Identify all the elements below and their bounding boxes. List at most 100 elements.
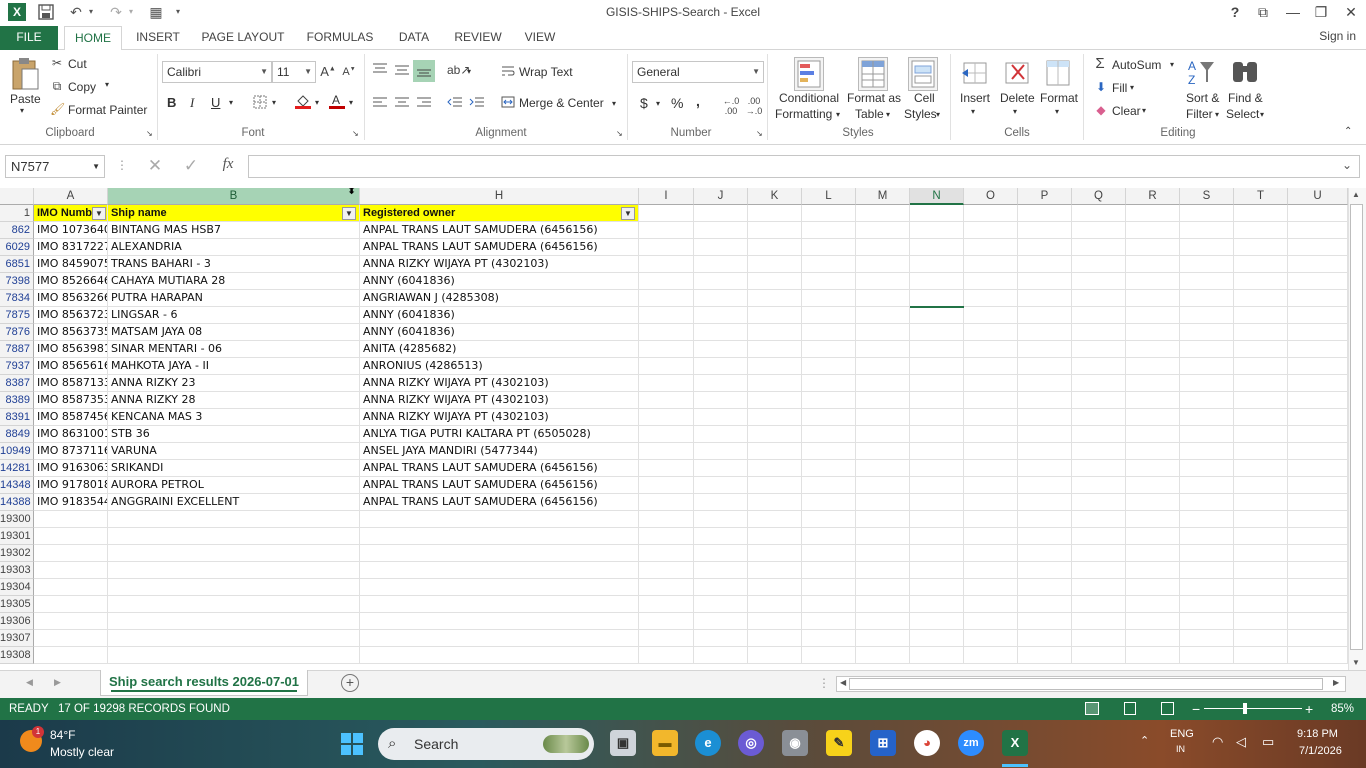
- row-header[interactable]: 19301: [0, 528, 34, 545]
- empty-cell[interactable]: [748, 307, 802, 324]
- empty-cell[interactable]: [910, 613, 964, 630]
- empty-cell[interactable]: [694, 562, 748, 579]
- empty-cell[interactable]: [1288, 579, 1348, 596]
- empty-cell[interactable]: [856, 443, 910, 460]
- empty-cell[interactable]: [1072, 562, 1126, 579]
- battery-icon[interactable]: ▭: [1262, 734, 1274, 750]
- tab-page-layout[interactable]: PAGE LAYOUT: [196, 26, 290, 50]
- empty-cell[interactable]: [964, 528, 1018, 545]
- column-header-i[interactable]: I: [639, 188, 694, 205]
- empty-cell[interactable]: [802, 375, 856, 392]
- empty-cell[interactable]: [639, 324, 694, 341]
- empty-cell[interactable]: [1180, 511, 1234, 528]
- tray-chevron-icon[interactable]: ⌃: [1140, 734, 1149, 747]
- empty-cell[interactable]: [34, 545, 108, 562]
- row-header[interactable]: 14348: [0, 477, 34, 494]
- empty-cell[interactable]: [639, 528, 694, 545]
- header-cell-registered-owner[interactable]: Registered owner ▼: [360, 205, 639, 222]
- autosum-dropdown-icon[interactable]: ▾: [1170, 60, 1174, 69]
- increase-font-icon[interactable]: A▲: [320, 64, 336, 79]
- empty-cell[interactable]: [802, 392, 856, 409]
- restore-button[interactable]: ❐: [1306, 0, 1336, 26]
- empty-cell[interactable]: [1234, 375, 1288, 392]
- sign-in-link[interactable]: Sign in: [1319, 29, 1356, 43]
- empty-cell[interactable]: [1126, 273, 1180, 290]
- cell-imo-number[interactable]: IMO 8563735: [34, 324, 108, 341]
- empty-cell[interactable]: [1126, 545, 1180, 562]
- empty-cell[interactable]: [910, 477, 964, 494]
- empty-cell[interactable]: [802, 596, 856, 613]
- empty-cell[interactable]: [1072, 307, 1126, 324]
- empty-cell[interactable]: [1072, 494, 1126, 511]
- cell-ship-name[interactable]: KENCANA MAS 3: [108, 409, 360, 426]
- empty-cell[interactable]: [964, 392, 1018, 409]
- empty-cell[interactable]: [1180, 205, 1234, 222]
- format-as-table-icon[interactable]: [858, 57, 888, 91]
- column-header-n[interactable]: N: [910, 188, 964, 205]
- empty-cell[interactable]: [1288, 222, 1348, 239]
- empty-cell[interactable]: [1018, 205, 1072, 222]
- italic-button[interactable]: I: [190, 95, 194, 111]
- row-header[interactable]: 8849: [0, 426, 34, 443]
- column-header-q[interactable]: Q: [1072, 188, 1126, 205]
- row-header[interactable]: 8387: [0, 375, 34, 392]
- empty-cell[interactable]: [748, 426, 802, 443]
- empty-cell[interactable]: [964, 579, 1018, 596]
- cancel-entry-icon[interactable]: ✕: [144, 156, 166, 176]
- empty-cell[interactable]: [1234, 205, 1288, 222]
- empty-cell[interactable]: [1072, 341, 1126, 358]
- empty-cell[interactable]: [1234, 358, 1288, 375]
- empty-cell[interactable]: [1180, 273, 1234, 290]
- empty-cell[interactable]: [910, 409, 964, 426]
- column-header-t[interactable]: T: [1234, 188, 1288, 205]
- empty-cell[interactable]: [1234, 545, 1288, 562]
- cell-imo-number[interactable]: IMO 1073640: [34, 222, 108, 239]
- empty-cell[interactable]: [1018, 647, 1072, 664]
- empty-cell[interactable]: [1234, 392, 1288, 409]
- empty-cell[interactable]: [1234, 290, 1288, 307]
- row-header[interactable]: 8391: [0, 409, 34, 426]
- empty-cell[interactable]: [694, 239, 748, 256]
- empty-cell[interactable]: [1072, 630, 1126, 647]
- cell-imo-number[interactable]: IMO 8317227: [34, 239, 108, 256]
- empty-cell[interactable]: [1234, 307, 1288, 324]
- empty-cell[interactable]: [1126, 443, 1180, 460]
- column-header-r[interactable]: R: [1126, 188, 1180, 205]
- row-header[interactable]: 862: [0, 222, 34, 239]
- scroll-up-icon[interactable]: ▲: [1352, 190, 1360, 199]
- empty-cell[interactable]: [1018, 256, 1072, 273]
- empty-cell[interactable]: [964, 239, 1018, 256]
- empty-cell[interactable]: [964, 477, 1018, 494]
- empty-cell[interactable]: [694, 205, 748, 222]
- column-header-p[interactable]: P: [1018, 188, 1072, 205]
- empty-cell[interactable]: [802, 324, 856, 341]
- empty-cell[interactable]: [1126, 562, 1180, 579]
- empty-cell[interactable]: [856, 647, 910, 664]
- cell-ship-name[interactable]: MATSAM JAYA 08: [108, 324, 360, 341]
- cell-styles-button-line2[interactable]: Styles: [904, 107, 937, 121]
- cell-registered-owner[interactable]: ANNA RIZKY WIJAYA PT (4302103): [360, 256, 639, 273]
- autosum-button[interactable]: AutoSum: [1112, 58, 1161, 72]
- empty-cell[interactable]: [1180, 545, 1234, 562]
- wrap-text-button[interactable]: Wrap Text: [519, 65, 573, 79]
- close-button[interactable]: ✕: [1336, 0, 1366, 26]
- empty-cell[interactable]: [910, 358, 964, 375]
- empty-cell[interactable]: [802, 205, 856, 222]
- conditional-formatting-button[interactable]: Conditional: [779, 91, 839, 105]
- empty-cell[interactable]: [108, 596, 360, 613]
- cell-registered-owner[interactable]: ANPAL TRANS LAUT SAMUDERA (6456156): [360, 477, 639, 494]
- row-header[interactable]: 19306: [0, 613, 34, 630]
- empty-cell[interactable]: [1126, 392, 1180, 409]
- cell-ship-name[interactable]: ANGGRAINI EXCELLENT: [108, 494, 360, 511]
- empty-cell[interactable]: [694, 358, 748, 375]
- increase-indent-icon[interactable]: [468, 96, 486, 111]
- empty-cell[interactable]: [1018, 239, 1072, 256]
- empty-cell[interactable]: [1126, 256, 1180, 273]
- empty-cell[interactable]: [639, 358, 694, 375]
- empty-cell[interactable]: [964, 647, 1018, 664]
- bold-button[interactable]: B: [167, 95, 176, 110]
- cell-registered-owner[interactable]: ANNY (6041836): [360, 324, 639, 341]
- empty-cell[interactable]: [1126, 494, 1180, 511]
- empty-cell[interactable]: [639, 460, 694, 477]
- empty-cell[interactable]: [910, 256, 964, 273]
